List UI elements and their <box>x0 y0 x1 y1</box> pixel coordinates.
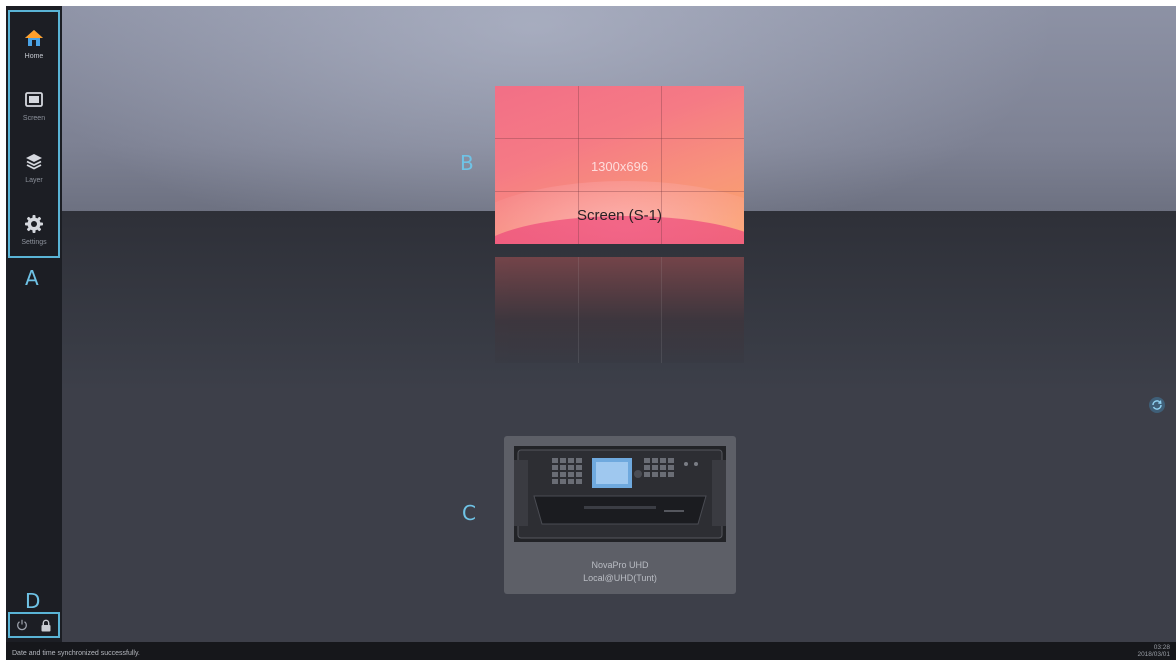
sidebar-item-label: Home <box>24 52 44 60</box>
app-window: Home Screen Layer Settings A D 1300x696 … <box>6 6 1176 660</box>
screen-name: Screen (S-1) <box>576 207 663 224</box>
grid-line <box>578 257 579 363</box>
clock-time: 03:28 <box>1153 644 1170 651</box>
gear-icon <box>23 213 45 235</box>
sidebar-item-settings[interactable]: Settings <box>10 200 58 258</box>
sidebar: Home Screen Layer Settings A D <box>6 6 62 642</box>
callout-c: C <box>462 501 476 525</box>
sidebar-item-home[interactable]: Home <box>10 14 58 72</box>
sidebar-nav: Home Screen Layer Settings <box>8 10 60 258</box>
power-icon[interactable] <box>14 617 30 633</box>
layers-icon <box>23 151 45 173</box>
screen-card[interactable]: 1300x696 Screen (S-1) <box>495 86 744 244</box>
grid-line <box>661 257 662 363</box>
sidebar-item-layer[interactable]: Layer <box>10 138 58 196</box>
screen-resolution: 1300x696 <box>590 159 649 174</box>
callout-d: D <box>25 589 41 613</box>
home-icon <box>23 27 45 49</box>
sidebar-item-label: Layer <box>25 176 43 184</box>
device-chassis-image <box>514 446 726 542</box>
lock-icon[interactable] <box>38 617 54 633</box>
system-controls <box>8 612 60 638</box>
clock: 03:28 2018/03/01 <box>1137 644 1170 658</box>
refresh-icon[interactable] <box>1148 396 1166 414</box>
screen-reflection <box>495 257 744 363</box>
grid-line <box>495 138 744 139</box>
sidebar-item-screen[interactable]: Screen <box>10 76 58 134</box>
sidebar-item-label: Screen <box>22 114 46 122</box>
screen-icon <box>23 89 45 111</box>
clock-date: 2018/03/01 <box>1137 651 1170 658</box>
grid-line <box>495 191 744 192</box>
callout-a: A <box>25 266 39 290</box>
device-connection: Local@UHD(Tunt) <box>583 573 657 583</box>
device-model: NovaPro UHD <box>591 560 649 570</box>
status-message: Date and time synchronized successfully. <box>12 650 140 657</box>
callout-b: B <box>460 151 474 175</box>
device-card[interactable]: NovaPro UHD Local@UHD(Tunt) <box>504 436 736 594</box>
sidebar-item-label: Settings <box>21 238 47 246</box>
status-bar: Date and time synchronized successfully.… <box>6 642 1176 660</box>
